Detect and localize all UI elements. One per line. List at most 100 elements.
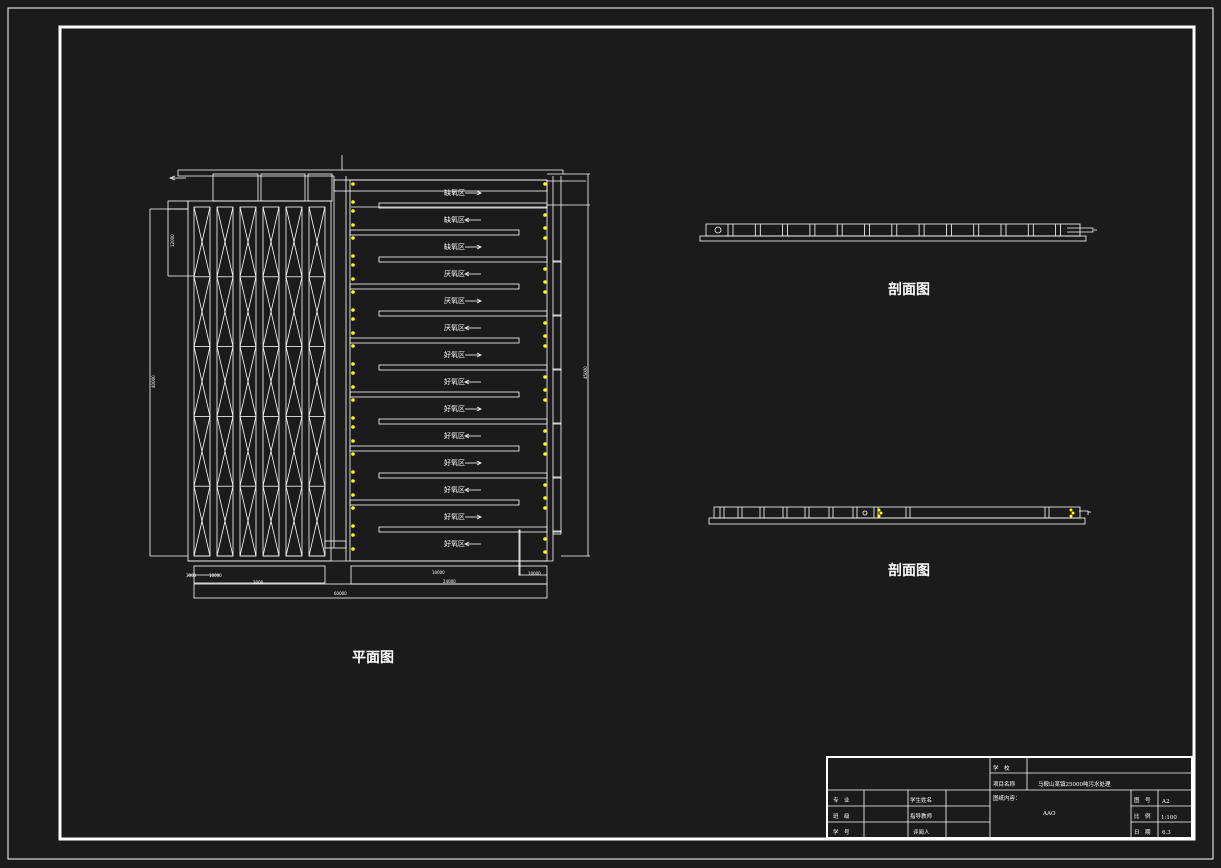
marker [351,524,355,528]
zone-label: 缺氧区 [444,242,482,251]
marker [351,344,355,348]
section-top-caption: 剖面图 [888,281,930,298]
tb-drawing-no-label: 图 号 [1134,796,1151,804]
baffle [349,337,520,344]
marker [351,290,355,294]
marker [543,334,547,338]
tb-id-label: 学 号 [833,828,850,836]
marker [543,213,547,217]
dim-left-overall: 40000 [151,375,156,388]
zone-label-text: 好氧区 [444,485,465,494]
zone-labels: 缺氧区缺氧区缺氧区厌氧区厌氧区厌氧区好氧区好氧区好氧区好氧区好氧区好氧区好氧区好… [444,188,482,548]
tb-advisor-label: 指导教师 [910,812,933,820]
marker [543,226,547,230]
zone-label-text: 厌氧区 [444,323,465,332]
chamber-divider [552,530,562,533]
marker [543,375,547,379]
baffle [349,391,520,398]
baffle [378,472,548,479]
tb-date-value: 6.3 [1162,830,1171,836]
tb-major-label: 专 业 [833,796,850,804]
zone-label-text: 好氧区 [444,431,465,440]
title-block-text: 学 校 项目名称 马鞍山某镇25000吨污水处理 专 业 学生姓名 班 级 指导… [833,764,1177,836]
zone-label-text: 缺氧区 [444,242,465,251]
marker [351,331,355,335]
marker [351,371,355,375]
chamber-divider [552,422,562,425]
marker [351,385,355,389]
zone-label-text: 好氧区 [444,404,465,413]
dim-bottom-mid: 2000 [253,580,264,585]
tb-content-value: AAO [1042,811,1056,817]
tb-student-label: 学生姓名 [910,796,932,804]
marker [543,483,547,487]
yellow-markers [351,182,547,554]
baffle [349,283,520,290]
marker [543,182,547,186]
filter-column [193,206,211,557]
zone-label: 缺氧区 [444,215,481,224]
dim-left-top: 12000 [170,234,175,247]
tb-reviewer-label: 评阅人 [913,828,930,836]
zone-label-text: 好氧区 [444,350,465,359]
marker [543,496,547,500]
zone-label-text: 好氧区 [444,539,465,548]
plan-view [149,155,590,599]
marker [351,277,355,281]
marker [351,547,355,551]
marker [543,388,547,392]
tb-project-value: 马鞍山某镇25000吨污水处理 [1038,780,1111,788]
marker [351,439,355,443]
dim-bottom-right-small: 10000 [432,570,445,575]
marker [351,533,355,537]
marker [543,344,547,348]
dim-bottom-total: 60000 [334,591,347,596]
chamber-divider [552,314,562,317]
zone-label: 好氧区 [444,404,482,413]
dim-right-side: 45000 [583,366,588,379]
section-view-bottom [708,506,1091,525]
zone-label: 好氧区 [444,350,482,359]
marker [543,290,547,294]
marker [543,506,547,510]
baffle [378,256,548,263]
marker [543,398,547,402]
marker [543,537,547,541]
filter-columns [193,206,326,557]
dim-bottom-small: 10000 [209,573,222,578]
zone-label-text: 缺氧区 [444,188,465,197]
marker [351,398,355,402]
chamber-divider [552,260,562,263]
marker [351,470,355,474]
marker [543,442,547,446]
dim-bottom-left: 3000 [186,573,197,578]
chamber-divider [552,476,562,479]
marker [351,479,355,483]
marker [351,263,355,267]
marker [351,308,355,312]
marker [351,506,355,510]
baffle [378,364,548,371]
tb-scale-label: 比 例 [1134,812,1151,820]
zone-label: 厌氧区 [444,323,481,332]
plan-caption: 平面图 [352,650,394,666]
baffle [349,445,520,452]
tb-date-label: 日 期 [1134,829,1151,836]
marker [351,452,355,456]
marker [351,317,355,321]
zone-label-text: 缺氧区 [444,215,465,224]
tb-project-label: 项目名称 [993,780,1016,788]
tb-scale-value: 1:100 [1161,815,1177,821]
zone-label: 好氧区 [444,458,482,467]
chamber-divider [552,368,562,371]
marker [543,550,547,554]
zone-label-text: 好氧区 [444,458,465,467]
zone-label: 缺氧区 [444,188,482,197]
marker [351,223,355,227]
zone-label: 好氧区 [444,512,482,521]
baffle [349,499,520,506]
plan-dimensions: 3000 10000 2000 10000 24000 60000 10000 … [151,234,588,596]
marker [543,429,547,433]
zone-label: 厌氧区 [444,269,481,278]
marker [351,254,355,258]
